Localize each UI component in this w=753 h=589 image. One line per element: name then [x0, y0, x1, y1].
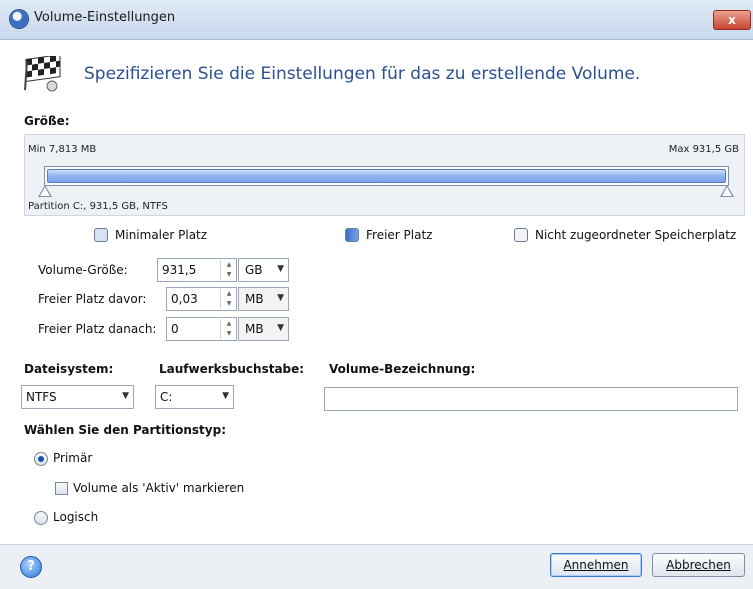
- volume-size-unit-dropdown[interactable]: GB ▼: [238, 258, 289, 282]
- partition-type-label: Wählen Sie den Partitionstyp:: [24, 423, 227, 437]
- max-size-label: Max 931,5 GB: [668, 144, 739, 155]
- free-before-input[interactable]: 0,03 ▲ ▼: [166, 287, 237, 311]
- partition-info-label: Partition C:, 931,5 GB, NTFS: [28, 201, 168, 212]
- free-after-stepper[interactable]: ▲ ▼: [220, 319, 237, 339]
- right-slider-handle[interactable]: [720, 185, 734, 197]
- volume-size-value: 931,5: [162, 263, 197, 277]
- chevron-down-icon: ▼: [277, 323, 284, 333]
- checkered-flag-icon: [24, 56, 61, 92]
- free-before-label: Freier Platz davor:: [38, 292, 147, 306]
- filesystem-label: Dateisystem:: [24, 362, 114, 376]
- chevron-down-icon: ▼: [277, 264, 284, 274]
- free-after-unit-dropdown[interactable]: MB ▼: [238, 317, 289, 341]
- close-button[interactable]: x: [713, 10, 751, 30]
- legend-swatch-free: [345, 228, 359, 242]
- chevron-down-icon: ▼: [277, 293, 284, 303]
- logical-radio[interactable]: [34, 511, 48, 525]
- free-after-input[interactable]: 0 ▲ ▼: [166, 317, 237, 341]
- volume-size-stepper[interactable]: ▲ ▼: [220, 260, 237, 280]
- accept-button[interactable]: Annehmen: [550, 553, 642, 577]
- legend-label-free: Freier Platz: [366, 228, 433, 242]
- left-slider-handle[interactable]: [38, 185, 52, 197]
- filesystem-value: NTFS: [26, 390, 57, 404]
- drive-letter-value: C:: [160, 390, 173, 404]
- page-headline: Spezifizieren Sie die Einstellungen für …: [84, 64, 641, 84]
- size-section-label: Größe:: [24, 114, 70, 128]
- filesystem-dropdown[interactable]: NTFS ▼: [21, 385, 134, 409]
- legend-label-min: Minimaler Platz: [115, 228, 208, 242]
- volume-label-label: Volume-Bezeichnung:: [329, 362, 476, 376]
- cancel-button-label: Abbrechen: [666, 558, 731, 572]
- volume-size-unit: GB: [245, 263, 263, 277]
- primary-radio-label[interactable]: Primär: [53, 451, 92, 465]
- app-icon: [10, 10, 28, 28]
- free-after-unit: MB: [245, 322, 264, 336]
- volume-label-input[interactable]: [324, 387, 738, 411]
- cancel-button[interactable]: Abbrechen: [652, 553, 745, 577]
- volume-size-input[interactable]: 931,5 ▲ ▼: [157, 258, 237, 282]
- active-checkbox-label[interactable]: Volume als 'Aktiv' markieren: [73, 481, 244, 495]
- free-after-label: Freier Platz danach:: [38, 322, 157, 336]
- chevron-down-icon: ▼: [222, 391, 229, 401]
- help-icon[interactable]: ?: [20, 556, 42, 578]
- legend-swatch-min: [94, 228, 108, 242]
- free-before-unit: MB: [245, 292, 264, 306]
- drive-letter-dropdown[interactable]: C: ▼: [155, 385, 234, 409]
- free-before-value: 0,03: [171, 292, 198, 306]
- active-checkbox[interactable]: [55, 482, 68, 495]
- chevron-down-icon: ▼: [122, 391, 129, 401]
- min-size-label: Min 7,813 MB: [28, 144, 97, 155]
- window-title: Volume-Einstellungen: [34, 10, 176, 25]
- free-before-stepper[interactable]: ▲ ▼: [220, 289, 237, 309]
- logical-radio-label[interactable]: Logisch: [53, 510, 98, 524]
- accept-button-label: Annehmen: [563, 558, 629, 572]
- primary-radio[interactable]: [34, 452, 48, 466]
- legend-label-unallocated: Nicht zugeordneter Speicherplatz: [535, 228, 737, 242]
- size-bar-fill[interactable]: [47, 169, 726, 183]
- free-before-unit-dropdown[interactable]: MB ▼: [238, 287, 289, 311]
- volume-size-label: Volume-Größe:: [38, 263, 128, 277]
- free-after-value: 0: [171, 322, 179, 336]
- drive-letter-label: Laufwerksbuchstabe:: [159, 362, 305, 376]
- legend-swatch-unallocated: [514, 228, 528, 242]
